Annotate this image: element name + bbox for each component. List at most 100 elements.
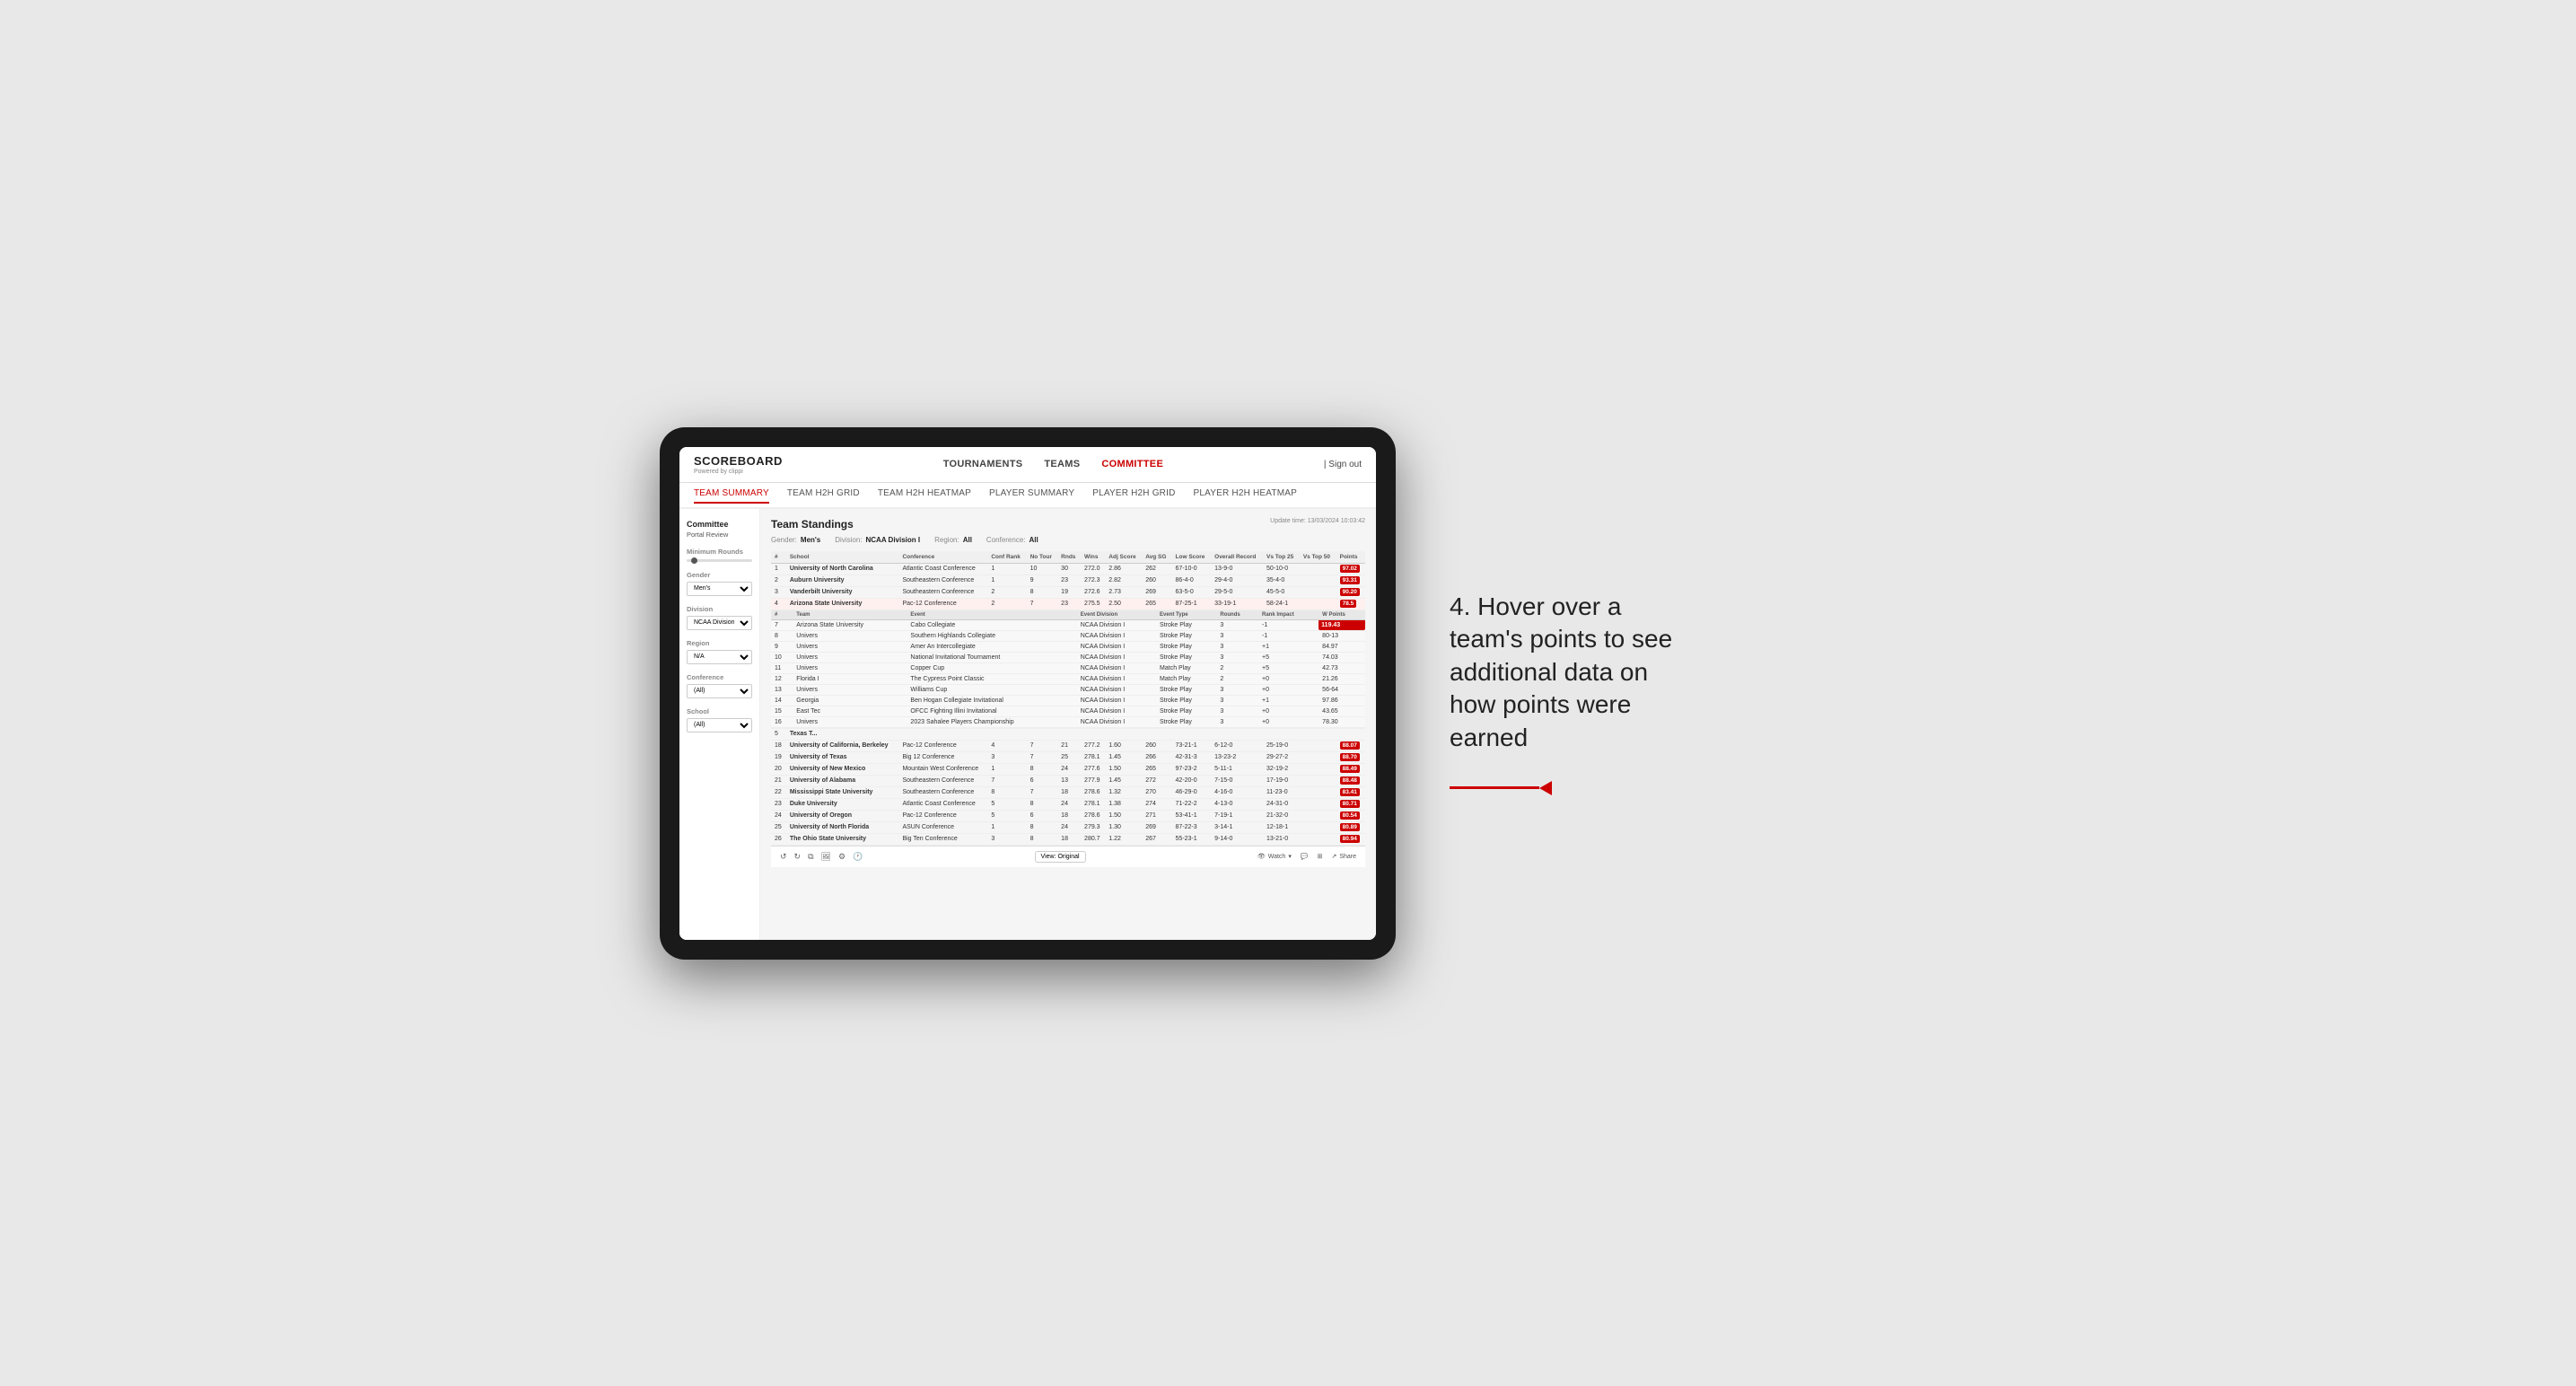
nav-teams[interactable]: TEAMS (1044, 459, 1080, 469)
clock-icon[interactable]: 🕐 (853, 852, 863, 862)
table-row-highlighted[interactable]: 4 Arizona State University Pac-12 Confer… (771, 598, 1365, 610)
nav-tournaments[interactable]: TOURNAMENTS (943, 459, 1023, 469)
popup-data-row: 15 East Tec OFCC Fighting Illini Invitat… (771, 706, 1365, 716)
table-row[interactable]: 2 Auburn University Southeastern Confere… (771, 575, 1365, 586)
filter-gender-label: Gender: (771, 536, 797, 544)
undo-icon[interactable]: ↺ (780, 852, 787, 862)
cell-low: 87-25-1 (1172, 598, 1212, 610)
popup-data-row: 16 Univers 2023 Sahalee Players Champion… (771, 716, 1365, 727)
table-row[interactable]: 23 Duke University Atlantic Coast Confer… (771, 798, 1365, 810)
watch-button[interactable]: 👁 Watch ▾ (1257, 853, 1292, 860)
sidebar-gender-select[interactable]: Men's (687, 582, 752, 596)
popup-data-row: 8 Univers Southern Highlands Collegiate … (771, 630, 1365, 641)
cell-rank: 1 (771, 563, 786, 575)
cell-rnds: 30 (1057, 563, 1081, 575)
tab-team-h2h-grid[interactable]: TEAM H2H GRID (787, 488, 860, 502)
popup-col-event: Event (907, 610, 1076, 620)
image-icon[interactable]: 🖼 (821, 852, 831, 862)
col-rnds: Rnds (1057, 551, 1081, 564)
col-conf: Conference (898, 551, 987, 564)
table-row[interactable]: 20 University of New Mexico Mountain Wes… (771, 763, 1365, 775)
cell-low: 67-10-0 (1172, 563, 1212, 575)
cell-overall: 29-5-0 (1211, 586, 1263, 598)
cell-vs50 (1300, 598, 1336, 610)
cell-pts[interactable]: 97.02 (1336, 563, 1365, 575)
grid-button[interactable]: ⊞ (1318, 853, 1323, 860)
cell-adj: 2.82 (1105, 575, 1142, 586)
sidebar-division-select[interactable]: NCAA Division I (687, 616, 752, 630)
sidebar-school: School (All) (687, 707, 752, 732)
sidebar-gender: Gender Men's (687, 571, 752, 596)
logo-text: SCOREBOARD (694, 454, 783, 468)
col-overall: Overall Record (1211, 551, 1263, 564)
table-row[interactable]: 26 The Ohio State University Big Ten Con… (771, 833, 1365, 845)
share-button[interactable]: ↗ Share (1331, 853, 1356, 860)
popup-table: # Team Event Event Division Event Type R… (771, 610, 1365, 728)
app-header: SCOREBOARD Powered by clippi TOURNAMENTS… (679, 447, 1376, 483)
popup-data-row: 9 Univers Amer An Intercollegiate NCAA D… (771, 641, 1365, 652)
popup-col-rank: # (771, 610, 793, 620)
popup-header: # Team Event Event Division Event Type R… (771, 610, 1365, 620)
table-row[interactable]: 18 University of California, Berkeley Pa… (771, 740, 1365, 751)
popup-col-impact: Rank Impact (1258, 610, 1319, 620)
filter-division-value: NCAA Division I (866, 536, 921, 544)
cell-pts[interactable]: 93.31 (1336, 575, 1365, 586)
table-row[interactable]: 21 University of Alabama Southeastern Co… (771, 775, 1365, 786)
cell-conf-rank: 1 (987, 575, 1026, 586)
cell-adj: 2.73 (1105, 586, 1142, 598)
tab-player-h2h-grid[interactable]: PLAYER H2H GRID (1092, 488, 1175, 502)
sidebar-conference-select[interactable]: (All) (687, 684, 752, 698)
filter-conference-label: Conference: (986, 536, 1026, 544)
sign-out[interactable]: | Sign out (1324, 460, 1362, 469)
cell-vs25: 35-4-0 (1263, 575, 1300, 586)
filter-division: Division: NCAA Division I (835, 536, 920, 544)
table-row[interactable]: 19 University of Texas Big 12 Conference… (771, 751, 1365, 763)
table-row[interactable]: 1 University of North Carolina Atlantic … (771, 563, 1365, 575)
sidebar-region-select[interactable]: N/A (687, 650, 752, 664)
copy-icon[interactable]: ⧉ (808, 852, 813, 862)
tab-player-h2h-heatmap[interactable]: PLAYER H2H HEATMAP (1194, 488, 1297, 502)
slider-thumb[interactable] (691, 557, 697, 564)
table-row[interactable]: 22 Mississippi State University Southeas… (771, 786, 1365, 798)
cell-conf: Pac-12 Conference (898, 598, 987, 610)
filter-gender: Gender: Men's (771, 536, 820, 544)
col-pts: Points (1336, 551, 1365, 564)
cell-pts-highlighted[interactable]: 78.5 (1336, 598, 1365, 610)
slider-track[interactable] (687, 559, 752, 562)
popup-col-type: Event Type (1156, 610, 1216, 620)
cell-wins: 272.6 (1081, 586, 1105, 598)
sidebar-region: Region N/A (687, 639, 752, 664)
popup-content: # Team Event Event Division Event Type R… (771, 610, 1365, 728)
red-arrow-container (1450, 781, 1701, 795)
settings-icon[interactable]: ⚙ (838, 852, 846, 862)
table-row[interactable]: 25 University of North Florida ASUN Conf… (771, 821, 1365, 833)
nav-committee[interactable]: COMMITTEE (1101, 459, 1163, 469)
sidebar-division-label: Division (687, 605, 752, 613)
tab-team-h2h-heatmap[interactable]: TEAM H2H HEATMAP (878, 488, 971, 502)
popup-data-row: 10 Univers National Invitational Tournam… (771, 652, 1365, 662)
tablet-screen: SCOREBOARD Powered by clippi TOURNAMENTS… (679, 447, 1376, 940)
arrow-head (1539, 781, 1552, 795)
cell-pts[interactable]: 90.20 (1336, 586, 1365, 598)
table-row[interactable]: 5 Texas T... (771, 728, 1365, 740)
annotation-text: 4. Hover over a team's points to see add… (1450, 591, 1701, 754)
feedback-button[interactable]: 💬 (1301, 853, 1309, 860)
table-row[interactable]: 3 Vanderbilt University Southeastern Con… (771, 586, 1365, 598)
view-original-button[interactable]: View: Original (1035, 851, 1086, 863)
sidebar-title: Committee (687, 520, 752, 529)
cell-rnds: 19 (1057, 586, 1081, 598)
table-row[interactable]: 24 University of Oregon Pac-12 Conferenc… (771, 810, 1365, 821)
tab-player-summary[interactable]: PLAYER SUMMARY (989, 488, 1074, 502)
cell-vs25: 50-10-0 (1263, 563, 1300, 575)
col-avg: Avg SG (1142, 551, 1171, 564)
main-content: Committee Portal Review Minimum Rounds G… (679, 509, 1376, 940)
cell-tours: 8 (1027, 586, 1058, 598)
cell-vs50 (1300, 563, 1336, 575)
tab-team-summary[interactable]: TEAM SUMMARY (694, 488, 769, 504)
popup-data-row: 11 Univers Copper Cup NCAA Division I Ma… (771, 662, 1365, 673)
redo-icon[interactable]: ↻ (794, 852, 802, 862)
cell-school: Arizona State University (786, 598, 899, 610)
col-vs25: Vs Top 25 (1263, 551, 1300, 564)
logo-sub: Powered by clippi (694, 469, 783, 475)
sidebar-school-select[interactable]: (All) (687, 718, 752, 732)
